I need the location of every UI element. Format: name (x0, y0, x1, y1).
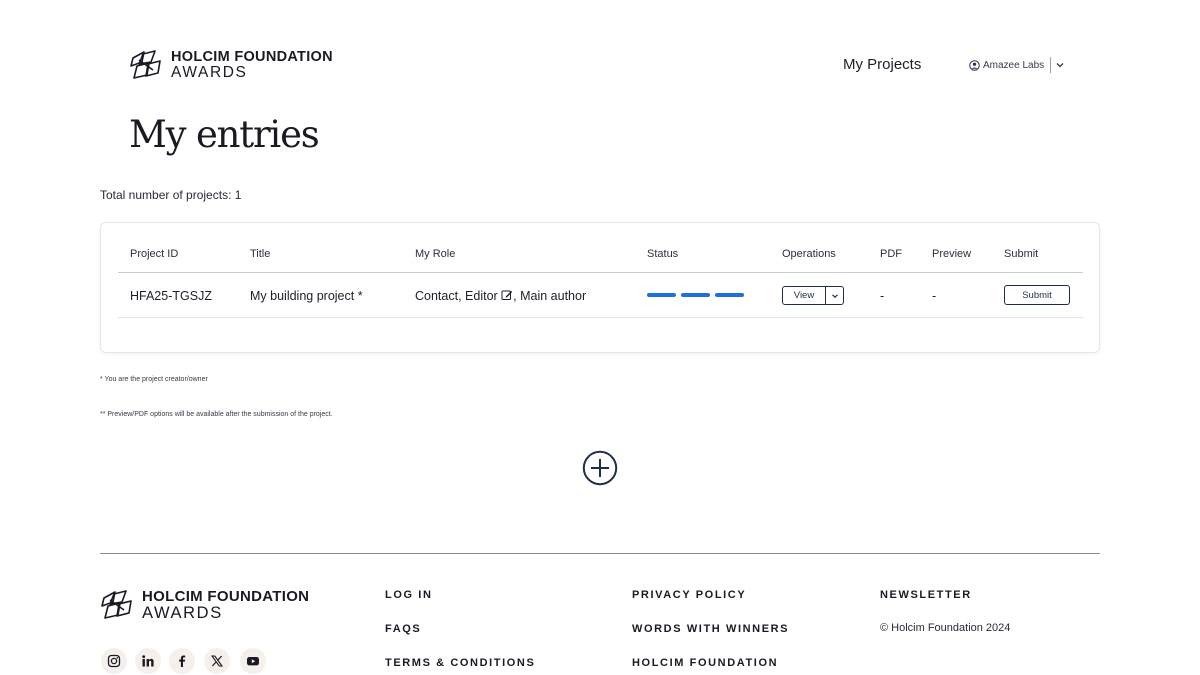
projects-table: Project ID Title My Role Status Operatio… (100, 222, 1100, 353)
column-header-preview: Preview (932, 248, 972, 260)
status-segment (715, 293, 744, 297)
user-menu[interactable]: Amazee Labs (969, 56, 1065, 74)
column-header-operations: Operations (782, 248, 836, 260)
table-header-divider (118, 272, 1083, 273)
note-preview: ** Preview/PDF options will be available… (100, 411, 333, 418)
column-header-project-id: Project ID (130, 248, 179, 260)
view-button[interactable]: View (783, 287, 825, 304)
footer-link-privacy-policy[interactable]: PRIVACY POLICY (632, 589, 746, 601)
linkedin-link[interactable] (135, 648, 161, 674)
footer-copyright: © Holcim Foundation 2024 (880, 622, 1011, 634)
role-text-after: , Main author (513, 289, 587, 303)
chevron-down-icon (831, 293, 838, 298)
facebook-link[interactable] (169, 648, 195, 674)
nav-my-projects-link[interactable]: My Projects (843, 56, 921, 73)
note-owner: * You are the project creator/owner (100, 376, 208, 383)
operations-toggle[interactable] (825, 287, 843, 304)
cell-preview: - (932, 289, 937, 303)
footer-link-holcim-foundation[interactable]: HOLCIM FOUNDATION (632, 657, 778, 669)
logo-line1: HOLCIM FOUNDATION (171, 48, 333, 65)
instagram-link[interactable] (101, 648, 127, 674)
footer-link-terms[interactable]: TERMS & CONDITIONS (385, 657, 535, 669)
footer-logo-line1: HOLCIM FOUNDATION (142, 587, 310, 605)
submit-button[interactable]: Submit (1004, 285, 1070, 305)
footer-divider (100, 553, 1100, 554)
footer-logo-line2: AWARDS (142, 603, 223, 622)
add-project-button[interactable] (582, 450, 618, 486)
chevron-down-icon[interactable] (1055, 60, 1065, 70)
edit-icon (501, 290, 513, 300)
footer-link-faqs[interactable]: FAQS (385, 623, 421, 635)
cell-pdf: - (880, 289, 885, 303)
user-name: Amazee Labs (983, 59, 1045, 71)
footer-link-log-in[interactable]: LOG IN (385, 589, 433, 601)
user-menu-divider (1050, 57, 1052, 73)
cell-my-role: Contact, Editor , Main author (415, 289, 586, 303)
page-title: My entries (129, 113, 320, 156)
youtube-link[interactable] (240, 648, 266, 674)
operations-dropdown[interactable]: View (782, 286, 844, 305)
header-logo[interactable]: HOLCIM FOUNDATION AWARDS (129, 48, 333, 82)
footer-link-newsletter[interactable]: NEWSLETTER (880, 589, 972, 601)
youtube-icon (247, 657, 259, 666)
column-header-my-role: My Role (415, 248, 456, 260)
cell-project-id: HFA25-TGSJZ (130, 289, 212, 303)
total-projects-count: Total number of projects: 1 (100, 188, 242, 202)
column-header-status: Status (647, 248, 679, 260)
holcim-logo-icon (101, 590, 132, 619)
facebook-icon (179, 655, 186, 667)
instagram-icon (107, 654, 121, 668)
status-segment (647, 293, 676, 297)
logo-line2: AWARDS (171, 64, 248, 81)
status-segment (681, 293, 710, 297)
linkedin-icon (142, 655, 154, 667)
x-link[interactable] (204, 648, 230, 674)
role-text-before: Contact, Editor (415, 289, 498, 303)
user-avatar-icon (969, 59, 980, 71)
status-progress (647, 293, 744, 297)
x-icon (210, 655, 224, 667)
column-header-pdf: PDF (880, 248, 902, 260)
footer-link-words-with-winners[interactable]: WORDS WITH WINNERS (632, 623, 789, 635)
footer-logo[interactable]: HOLCIM FOUNDATION AWARDS (100, 588, 309, 622)
column-header-submit: Submit (1004, 248, 1039, 260)
column-header-title: Title (250, 248, 271, 260)
holcim-logo-icon (130, 50, 161, 79)
cell-title: My building project * (250, 289, 363, 303)
table-row-divider (118, 317, 1083, 318)
